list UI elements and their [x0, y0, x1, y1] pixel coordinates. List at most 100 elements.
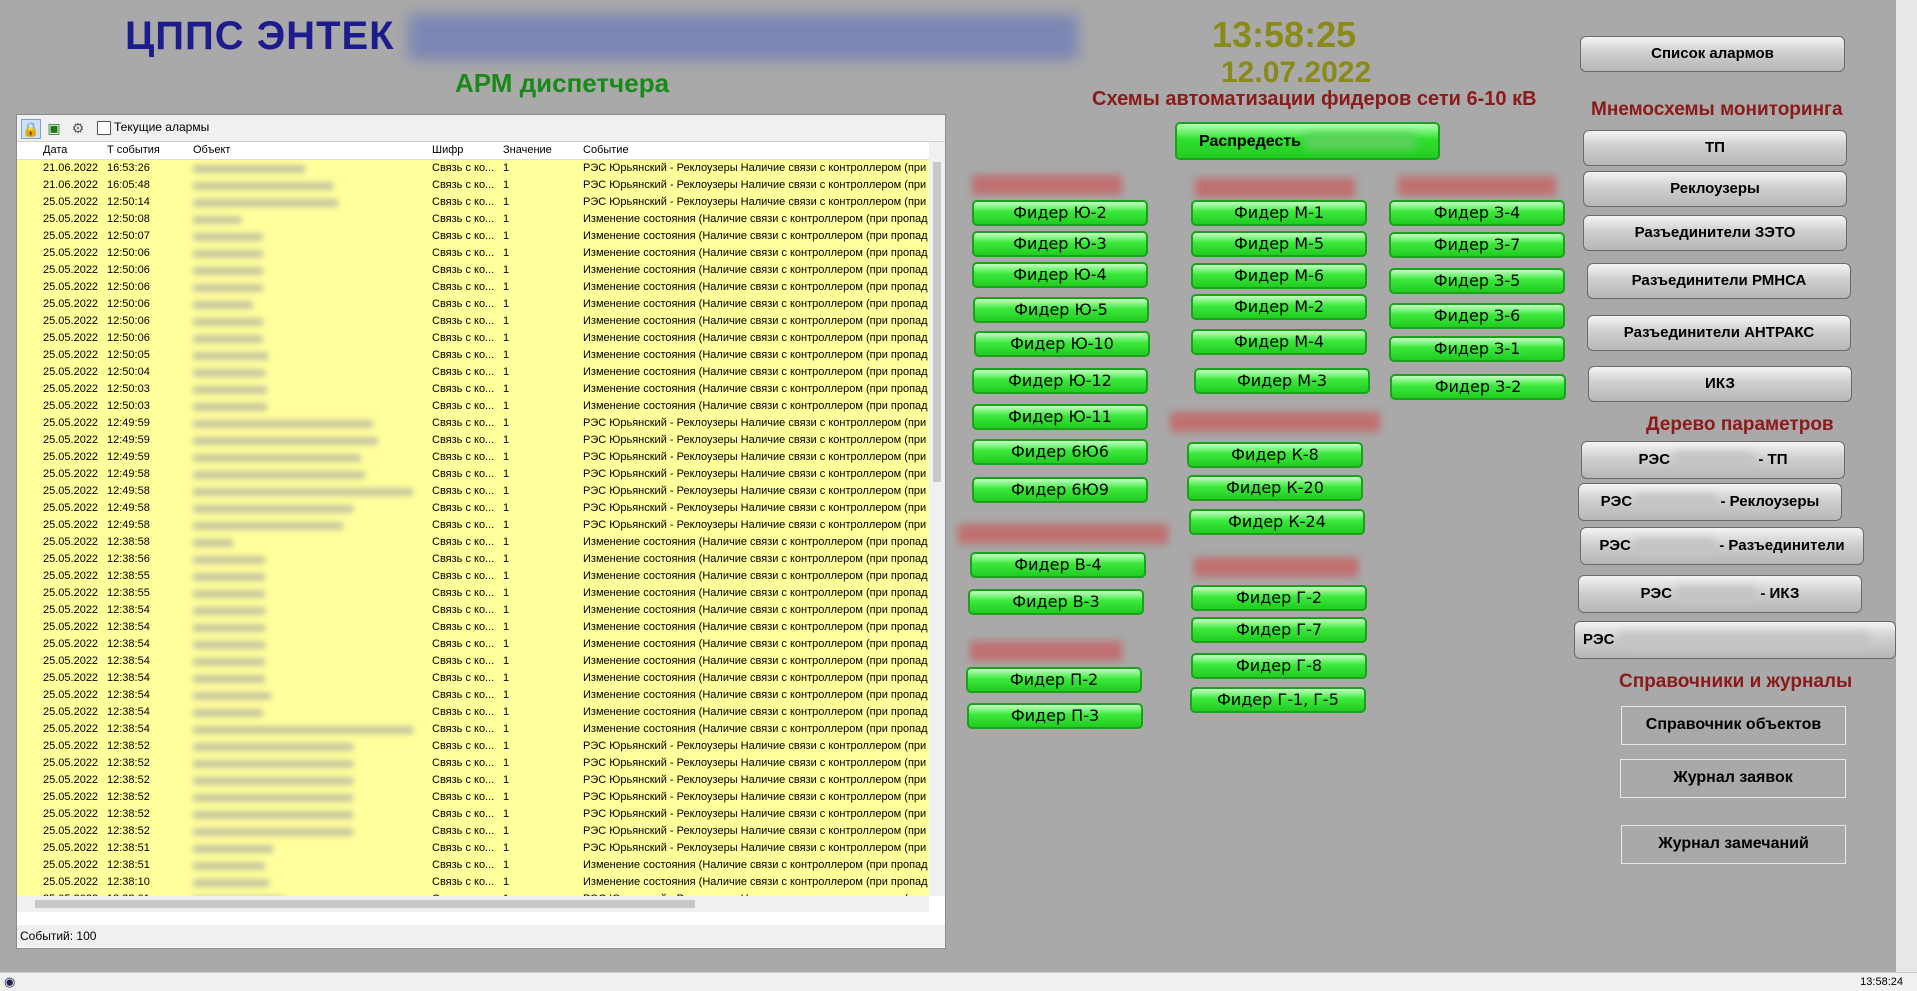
requests-journal-button[interactable]: Журнал заявок [1620, 759, 1846, 798]
table-row[interactable]: 25.05.2022 12:50:06 Связь с ко... 1 Изменени… [17, 279, 929, 296]
feeder-button[interactable]: Фидер К-20 [1187, 475, 1363, 501]
alarm-list-button[interactable]: Список алармов [1580, 36, 1845, 72]
vertical-scroll-thumb[interactable] [933, 162, 941, 482]
feeder-button[interactable]: Фидер 6Ю9 [972, 477, 1148, 503]
feeder-button[interactable]: Фидер З-4 [1389, 200, 1565, 226]
table-row[interactable]: 25.05.2022 12:38:52 Связь с ко... 1 РЭС Юрья… [17, 772, 929, 789]
table-row[interactable]: 25.05.2022 12:49:59 Связь с ко... 1 РЭС Юрья… [17, 449, 929, 466]
table-row[interactable]: 25.05.2022 12:38:10 Связь с ко... 1 Изменени… [17, 874, 929, 891]
table-row[interactable]: 25.05.2022 12:38:54 Связь с ко... 1 Изменени… [17, 619, 929, 636]
feeder-button[interactable]: Фидер Ю-5 [973, 297, 1149, 323]
horizontal-scroll-thumb[interactable] [35, 900, 695, 908]
feeder-button[interactable]: Фидер Ю-4 [972, 262, 1148, 288]
tree-extra-button[interactable]: РЭС [1574, 621, 1896, 659]
feeder-button[interactable]: Фидер З-7 [1389, 232, 1565, 258]
table-row[interactable]: 25.05.2022 12:38:58 Связь с ко... 1 Изменени… [17, 534, 929, 551]
feeder-button[interactable]: Фидер З-6 [1389, 303, 1565, 329]
feeder-button[interactable]: Фидер Ю-2 [972, 200, 1148, 226]
table-row[interactable]: 25.05.2022 12:38:54 Связь с ко... 1 Изменени… [17, 687, 929, 704]
table-row[interactable]: 25.05.2022 12:38:54 Связь с ко... 1 Изменени… [17, 636, 929, 653]
table-row[interactable]: 25.05.2022 12:49:58 Связь с ко... 1 РЭС Юрья… [17, 517, 929, 534]
col-header-value[interactable]: Значение [503, 144, 552, 156]
table-row[interactable]: 25.05.2022 12:49:58 Связь с ко... 1 РЭС Юрья… [17, 500, 929, 517]
vertical-scrollbar[interactable] [929, 142, 945, 896]
table-row[interactable]: 25.05.2022 12:50:06 Связь с ко... 1 Изменени… [17, 296, 929, 313]
table-row[interactable]: 25.05.2022 12:50:06 Связь с ко... 1 Изменени… [17, 262, 929, 279]
table-row[interactable]: 25.05.2022 12:38:54 Связь с ко... 1 Изменени… [17, 602, 929, 619]
table-row[interactable]: 25.05.2022 12:38:52 Связь с ко... 1 РЭС Юрья… [17, 789, 929, 806]
mnemo-zeto-disconnectors-button[interactable]: Разъединители ЗЭТО [1583, 215, 1847, 251]
feeder-button[interactable]: Фидер К-8 [1187, 442, 1363, 468]
col-header-time[interactable]: Т события [107, 144, 160, 156]
table-row[interactable]: 25.05.2022 12:38:55 Связь с ко... 1 Изменени… [17, 585, 929, 602]
feeder-button[interactable]: Фидер М-2 [1191, 294, 1367, 320]
col-header-date[interactable]: Дата [43, 144, 67, 156]
feeder-button[interactable]: Фидер Ю-12 [972, 368, 1148, 394]
feeder-button[interactable]: Фидер М-5 [1191, 231, 1367, 257]
table-row[interactable]: 25.05.2022 12:38:54 Связь с ко... 1 Изменени… [17, 721, 929, 738]
table-row[interactable]: 25.05.2022 12:50:04 Связь с ко... 1 Изменени… [17, 364, 929, 381]
table-row[interactable]: 25.05.2022 12:38:54 Связь с ко... 1 Изменени… [17, 653, 929, 670]
feeder-button[interactable]: Фидер М-3 [1194, 368, 1370, 394]
table-row[interactable]: 25.05.2022 12:50:06 Связь с ко... 1 Изменени… [17, 313, 929, 330]
acknowledge-icon[interactable]: 🔒 [21, 119, 41, 139]
table-row[interactable]: 25.05.2022 12:38:56 Связь с ко... 1 Изменени… [17, 551, 929, 568]
feeder-button[interactable]: Фидер Г-1, Г-5 [1190, 687, 1366, 713]
table-row[interactable]: 25.05.2022 12:50:08 Связь с ко... 1 Изменени… [17, 211, 929, 228]
mnemo-tp-button[interactable]: ТП [1583, 130, 1847, 166]
table-row[interactable]: 21.06.2022 16:05:48 Связь с ко... 1 РЭС Юрья… [17, 177, 929, 194]
table-row[interactable]: 25.05.2022 12:50:06 Связь с ко... 1 Изменени… [17, 245, 929, 262]
feeder-button[interactable]: Фидер Г-2 [1191, 585, 1367, 611]
table-row[interactable]: 25.05.2022 12:38:52 Связь с ко... 1 РЭС Юрья… [17, 823, 929, 840]
feeder-button[interactable]: Фидер К-24 [1189, 509, 1365, 535]
col-header-object[interactable]: Объект [193, 144, 230, 156]
table-row[interactable]: 25.05.2022 12:50:05 Связь с ко... 1 Изменени… [17, 347, 929, 364]
settings-icon[interactable]: ⚙ [69, 119, 87, 137]
table-row[interactable]: 25.05.2022 12:38:54 Связь с ко... 1 Изменени… [17, 704, 929, 721]
export-excel-icon[interactable]: ▣ [45, 119, 63, 137]
feeder-button[interactable]: Фидер З-1 [1389, 336, 1565, 362]
current-alarms-checkbox[interactable] [97, 121, 111, 135]
feeder-button[interactable]: Фидер В-4 [970, 552, 1146, 578]
mnemo-antraks-disconnectors-button[interactable]: Разъединители АНТРАКС [1587, 315, 1851, 351]
table-row[interactable]: 25.05.2022 12:50:03 Связь с ко... 1 Изменени… [17, 381, 929, 398]
feeder-button[interactable]: Фидер Г-7 [1191, 617, 1367, 643]
table-row[interactable]: 21.06.2022 16:53:26 Связь с ко... 1 РЭС Юрья… [17, 160, 929, 177]
table-row[interactable]: 25.05.2022 12:38:55 Связь с ко... 1 Изменени… [17, 568, 929, 585]
table-row[interactable]: 25.05.2022 12:38:52 Связь с ко... 1 РЭС Юрья… [17, 806, 929, 823]
tree-disconnectors-button[interactable]: РЭС - Разъединители [1580, 527, 1864, 565]
horizontal-scrollbar[interactable] [17, 896, 929, 912]
feeder-button[interactable]: Фидер Ю-11 [972, 404, 1148, 430]
eye-icon[interactable]: ◉ [4, 974, 15, 990]
tree-tp-button[interactable]: РЭС - ТП [1581, 441, 1845, 479]
feeder-button[interactable]: Фидер М-4 [1191, 329, 1367, 355]
feeder-button[interactable]: Фидер В-3 [968, 589, 1144, 615]
feeder-button[interactable]: Фидер Ю-3 [972, 231, 1148, 257]
table-row[interactable]: 25.05.2022 12:50:07 Связь с ко... 1 Изменени… [17, 228, 929, 245]
feeder-button[interactable]: Фидер 6Ю6 [972, 439, 1148, 465]
table-row[interactable]: 25.05.2022 12:38:51 Связь с ко... 1 Изменени… [17, 857, 929, 874]
table-row[interactable]: 25.05.2022 12:50:14 Связь с ко... 1 РЭС Юрья… [17, 194, 929, 211]
col-header-event[interactable]: Событие [583, 144, 629, 156]
objects-directory-button[interactable]: Справочник объектов [1621, 706, 1846, 745]
table-row[interactable]: 25.05.2022 12:38:54 Связь с ко... 1 Изменени… [17, 670, 929, 687]
feeder-button[interactable]: Фидер З-2 [1390, 374, 1566, 400]
feeder-button[interactable]: Фидер П-2 [966, 667, 1142, 693]
tree-ikz-button[interactable]: РЭС - ИКЗ [1578, 575, 1862, 613]
distribution-network-button[interactable]: Распредесть [1175, 122, 1440, 160]
col-header-code[interactable]: Шифр [432, 144, 463, 156]
feeder-button[interactable]: Фидер Ю-10 [974, 331, 1150, 357]
mnemo-ikz-button[interactable]: ИКЗ [1588, 366, 1852, 402]
feeder-button[interactable]: Фидер Г-8 [1191, 653, 1367, 679]
table-row[interactable]: 25.05.2022 12:50:06 Связь с ко... 1 Изменени… [17, 330, 929, 347]
table-row[interactable]: 25.05.2022 12:50:03 Связь с ко... 1 Изменени… [17, 398, 929, 415]
table-row[interactable]: 25.05.2022 12:38:52 Связь с ко... 1 РЭС Юрья… [17, 738, 929, 755]
table-row[interactable]: 25.05.2022 12:38:52 Связь с ко... 1 РЭС Юрья… [17, 755, 929, 772]
mnemo-reclosers-button[interactable]: Реклоузеры [1583, 171, 1847, 207]
feeder-button[interactable]: Фидер М-6 [1191, 263, 1367, 289]
feeder-button[interactable]: Фидер З-5 [1389, 268, 1565, 294]
tree-reclosers-button[interactable]: РЭС - Реклоузеры [1578, 483, 1842, 521]
mnemo-rmnsa-disconnectors-button[interactable]: Разъединители РМНСА [1587, 263, 1851, 299]
table-row[interactable]: 25.05.2022 12:38:51 Связь с ко... 1 РЭС Юрья… [17, 840, 929, 857]
table-row[interactable]: 25.05.2022 12:49:58 Связь с ко... 1 РЭС Юрья… [17, 466, 929, 483]
